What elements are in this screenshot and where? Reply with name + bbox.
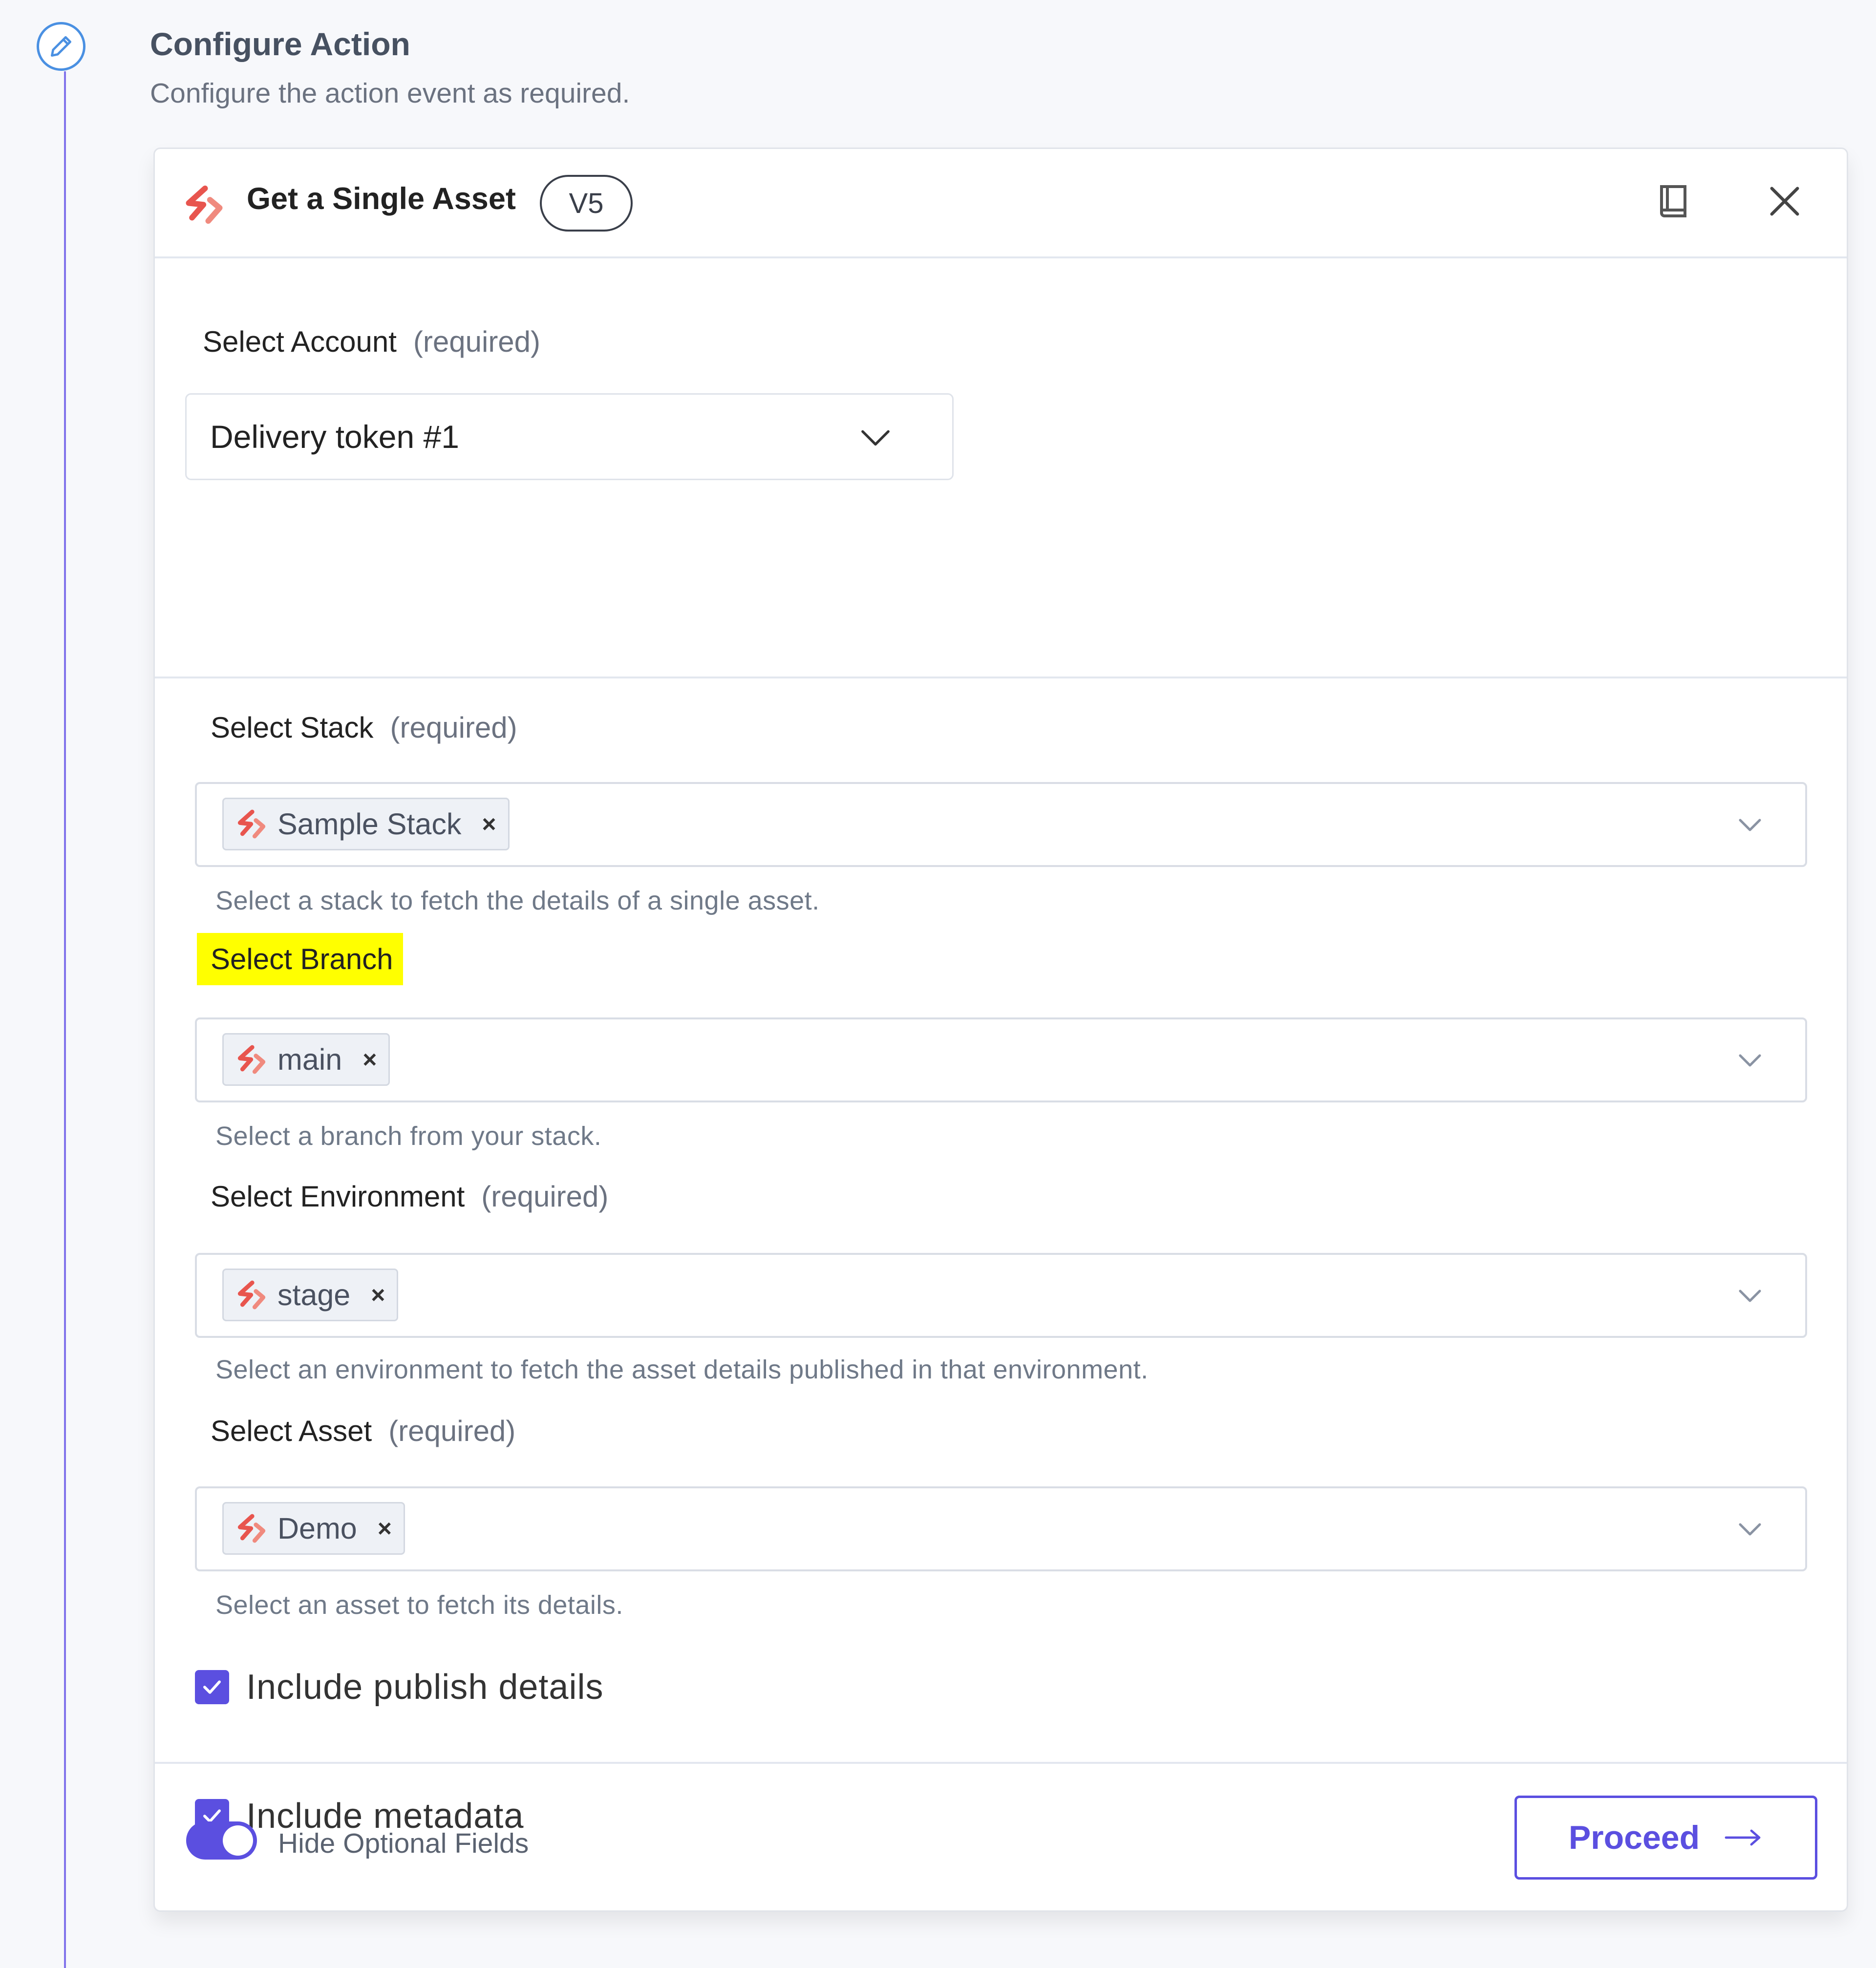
- contentstack-logo-icon: [182, 185, 226, 224]
- chevron-down-icon: [1739, 1290, 1761, 1302]
- stack-help: Select a stack to fetch the details of a…: [215, 886, 820, 915]
- timeline-line: [64, 71, 66, 1968]
- proceed-label: Proceed: [1568, 1819, 1700, 1856]
- contentstack-logo-icon: [234, 1280, 269, 1310]
- required-hint: (required): [388, 1415, 516, 1447]
- stack-select[interactable]: Sample Stack ×: [195, 782, 1807, 867]
- toggle-knob: [223, 1825, 253, 1856]
- step-indicator: [37, 22, 85, 71]
- account-section: Select Account (required) Delivery token …: [155, 258, 1847, 678]
- environment-help: Select an environment to fetch the asset…: [215, 1355, 1149, 1384]
- branch-select[interactable]: main ×: [195, 1017, 1807, 1102]
- asset-label: Select Asset (required): [211, 1414, 515, 1448]
- stack-label: Select Stack (required): [211, 711, 517, 744]
- stack-tag-label: Sample Stack: [277, 807, 462, 841]
- card-header: Get a Single Asset V5: [155, 149, 1847, 258]
- chevron-down-icon: [1739, 1054, 1761, 1067]
- branch-tag: main ×: [222, 1033, 390, 1086]
- version-badge: V5: [540, 175, 633, 232]
- remove-tag-button[interactable]: ×: [482, 810, 496, 838]
- remove-tag-button[interactable]: ×: [371, 1281, 385, 1309]
- contentstack-logo-icon: [234, 809, 269, 839]
- pencil-icon: [51, 36, 72, 57]
- account-value: Delivery token #1: [210, 419, 459, 455]
- stack-tag: Sample Stack ×: [222, 798, 510, 850]
- environment-tag-label: stage: [277, 1278, 351, 1312]
- docs-button[interactable]: [1651, 179, 1695, 223]
- account-label: Select Account (required): [203, 325, 540, 359]
- asset-select[interactable]: Demo ×: [195, 1486, 1807, 1571]
- account-select[interactable]: Delivery token #1: [185, 393, 954, 480]
- include-publish-details-checkbox[interactable]: Include publish details: [195, 1667, 603, 1707]
- chevron-down-icon: [861, 430, 890, 446]
- book-icon: [1660, 185, 1686, 217]
- branch-tag-label: main: [277, 1043, 342, 1076]
- required-hint: (required): [413, 325, 541, 358]
- contentstack-logo-icon: [234, 1045, 269, 1074]
- stack-label-text: Select Stack: [211, 711, 374, 744]
- card-title: Get a Single Asset: [247, 182, 516, 216]
- branch-help: Select a branch from your stack.: [215, 1122, 602, 1151]
- arrow-right-icon: [1725, 1829, 1761, 1846]
- branch-label-text: Select Branch: [197, 933, 403, 985]
- close-icon: [1770, 187, 1799, 216]
- hide-optional-fields-toggle[interactable]: [186, 1821, 257, 1860]
- environment-tag: stage ×: [222, 1269, 399, 1321]
- checkbox-label: Include publish details: [246, 1668, 604, 1707]
- environment-select[interactable]: stage ×: [195, 1253, 1807, 1338]
- toggle-label: Hide Optional Fields: [278, 1828, 529, 1859]
- close-button[interactable]: [1763, 179, 1807, 223]
- action-card: Get a Single Asset V5 Select Account (req…: [153, 148, 1848, 1912]
- asset-help: Select an asset to fetch its details.: [215, 1590, 623, 1620]
- branch-label: Select Branch: [197, 933, 403, 985]
- step-title: Configure Action: [150, 26, 410, 62]
- chevron-down-icon: [1739, 1523, 1761, 1536]
- asset-tag-label: Demo: [277, 1512, 357, 1545]
- asset-label-text: Select Asset: [211, 1415, 372, 1447]
- required-hint: (required): [390, 711, 517, 744]
- proceed-button[interactable]: Proceed: [1514, 1796, 1817, 1880]
- environment-label: Select Environment (required): [211, 1180, 608, 1213]
- card-footer: Hide Optional Fields Proceed: [155, 1762, 1847, 1911]
- account-label-text: Select Account: [203, 325, 397, 358]
- environment-label-text: Select Environment: [211, 1180, 465, 1213]
- required-hint: (required): [481, 1180, 609, 1213]
- asset-tag: Demo ×: [222, 1502, 405, 1555]
- checkbox[interactable]: [195, 1670, 229, 1704]
- contentstack-logo-icon: [234, 1514, 269, 1543]
- remove-tag-button[interactable]: ×: [378, 1514, 392, 1543]
- chevron-down-icon: [1739, 819, 1761, 831]
- step-subtitle: Configure the action event as required.: [150, 78, 630, 109]
- remove-tag-button[interactable]: ×: [362, 1045, 377, 1074]
- check-icon: [203, 1680, 221, 1694]
